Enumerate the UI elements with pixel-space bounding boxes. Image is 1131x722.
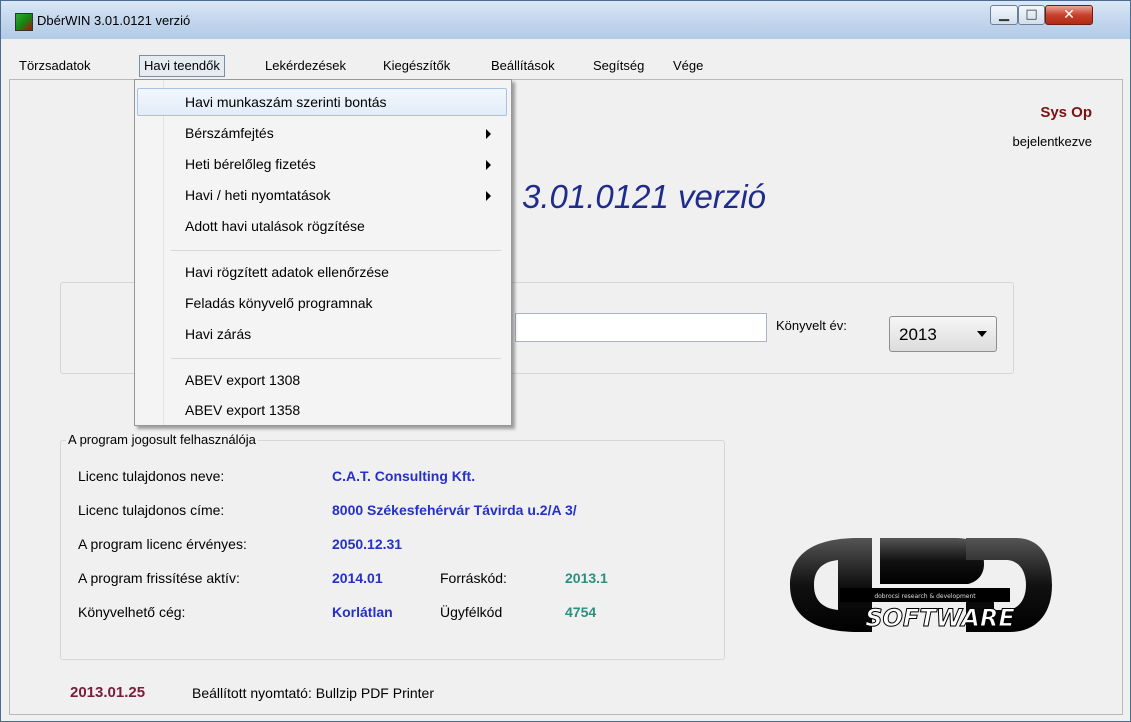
- address-value: 8000 Székesfehérvár Távirda u.2/A 3/: [332, 502, 577, 518]
- year-select-value: 2013: [899, 325, 937, 344]
- menu-item-label: Havi munkaszám szerinti bontás: [185, 94, 387, 110]
- menu-havi-teendok[interactable]: Havi teendők: [139, 55, 225, 77]
- menu-item-ellenorzes[interactable]: Havi rögzített adatok ellenőrzése: [137, 258, 507, 286]
- menu-item-abev-1358[interactable]: ABEV export 1358: [137, 396, 507, 424]
- menu-lekerdezesek[interactable]: Lekérdezések: [261, 56, 350, 76]
- source-label: Forráskód:: [440, 570, 507, 586]
- menu-item-abev-1308[interactable]: ABEV export 1308: [137, 366, 507, 394]
- menu-item-havi-zaras[interactable]: Havi zárás: [137, 320, 507, 348]
- address-label: Licenc tulajdonos címe:: [78, 502, 225, 518]
- maximize-icon: □: [1025, 7, 1038, 22]
- menu-item-label: ABEV export 1308: [185, 372, 301, 388]
- menu-bar: Törzsadatok Havi teendők Lekérdezések Ki…: [9, 54, 1124, 78]
- menu-item-utalasok[interactable]: Adott havi utalások rögzítése: [137, 212, 507, 240]
- menu-item-label: Adott havi utalások rögzítése: [185, 218, 365, 234]
- license-group-legend: A program jogosult felhasználója: [66, 432, 258, 447]
- year-label: Könyvelt év:: [776, 318, 847, 333]
- menu-torzsadatok[interactable]: Törzsadatok: [15, 56, 95, 76]
- submenu-arrow-icon: [486, 191, 491, 201]
- logo-wordmark: SOFTWARE: [865, 604, 1015, 632]
- drd-software-logo: dobrocsi research & development SOFTWARE: [790, 538, 1052, 633]
- source-value: 2013.1: [565, 570, 608, 586]
- owner-value: C.A.T. Consulting Kft.: [332, 468, 476, 484]
- window-title: DbérWIN 3.01.0121 verzió: [37, 13, 191, 28]
- printer-status: Beállított nyomtató: Bullzip PDF Printer: [192, 685, 434, 701]
- menu-item-munkaszam-bontas[interactable]: Havi munkaszám szerinti bontás: [137, 88, 507, 116]
- owner-label: Licenc tulajdonos neve:: [78, 468, 225, 484]
- login-status: bejelentkezve: [1012, 134, 1093, 149]
- company-value: Korlátlan: [332, 604, 393, 620]
- menu-segitseg[interactable]: Segítség: [589, 56, 648, 76]
- chevron-down-icon[interactable]: [977, 331, 987, 337]
- menu-item-label: Havi / heti nyomtatások: [185, 187, 331, 203]
- menu-item-label: Feladás könyvelő programnak: [185, 295, 373, 311]
- company-input[interactable]: [515, 313, 767, 342]
- submenu-arrow-icon: [486, 129, 491, 139]
- valid-value: 2050.12.31: [332, 536, 403, 552]
- year-select[interactable]: 2013: [889, 316, 997, 352]
- menu-item-berszamfejtes[interactable]: Bérszámfejtés: [137, 119, 507, 147]
- menu-separator: [171, 358, 501, 359]
- app-window: DbérWIN 3.01.0121 verzió ▁ □ ✕ Törzsadat…: [0, 0, 1131, 722]
- menu-item-label: Havi zárás: [185, 326, 252, 342]
- menu-item-label: Heti bérelőleg fizetés: [185, 156, 316, 172]
- menu-vege[interactable]: Vége: [669, 56, 707, 76]
- havi-teendok-dropdown: Havi munkaszám szerinti bontás Bérszámfe…: [134, 79, 512, 426]
- close-icon: ✕: [1063, 7, 1075, 23]
- menu-separator: [171, 250, 501, 251]
- maximize-button[interactable]: □: [1018, 5, 1045, 25]
- version-title: 3.01.0121 verzió: [522, 178, 767, 215]
- valid-label: A program licenc érvényes:: [78, 536, 247, 552]
- menu-item-label: ABEV export 1358: [185, 402, 301, 418]
- menu-item-nyomtatasok[interactable]: Havi / heti nyomtatások: [137, 181, 507, 209]
- company-label: Könyvelhető cég:: [78, 604, 186, 620]
- title-bar[interactable]: DbérWIN 3.01.0121 verzió ▁ □ ✕: [1, 1, 1130, 39]
- current-date: 2013.01.25: [70, 684, 146, 701]
- user-name: Sys Op: [1040, 104, 1092, 121]
- menu-kiegeszitok[interactable]: Kiegészítők: [379, 56, 454, 76]
- minimize-icon: ▁: [999, 7, 1009, 22]
- minimize-button[interactable]: ▁: [990, 5, 1018, 25]
- close-button[interactable]: ✕: [1045, 5, 1093, 25]
- update-label: A program frissítése aktív:: [78, 570, 240, 586]
- menu-item-feladas[interactable]: Feladás könyvelő programnak: [137, 289, 507, 317]
- app-icon: [15, 13, 33, 31]
- update-value: 2014.01: [332, 570, 383, 586]
- menu-beallitasok[interactable]: Beállítások: [487, 56, 559, 76]
- logo-tagline: dobrocsi research & development: [874, 593, 976, 600]
- menu-item-label: Bérszámfejtés: [185, 125, 274, 141]
- menu-item-label: Havi rögzített adatok ellenőrzése: [185, 264, 389, 280]
- submenu-arrow-icon: [486, 160, 491, 170]
- client-label: Ügyfélkód: [440, 604, 503, 620]
- client-value: 4754: [565, 604, 597, 620]
- menu-item-heti-bereloleg[interactable]: Heti bérelőleg fizetés: [137, 150, 507, 178]
